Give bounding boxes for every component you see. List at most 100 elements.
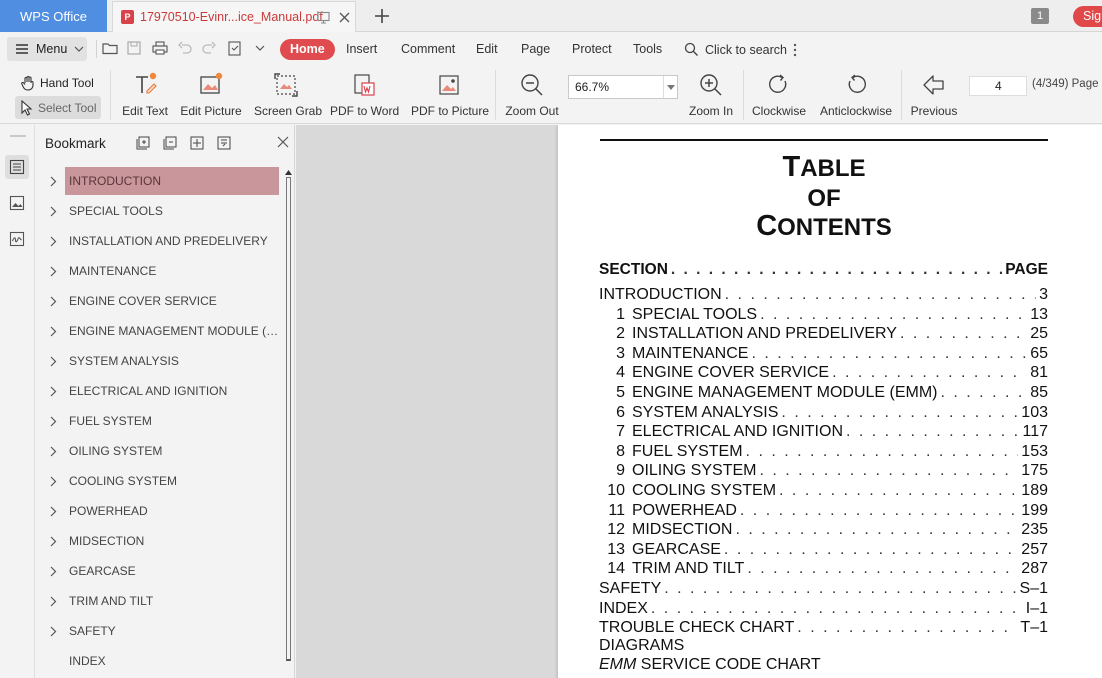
scroll-up-arrow-icon[interactable] [285, 170, 292, 175]
previous-page-button[interactable]: Previous [908, 70, 960, 118]
select-tool-button[interactable]: Select Tool [15, 96, 102, 119]
chevron-right-icon[interactable] [50, 236, 57, 247]
toc-entry[interactable]: 4 ENGINE COVER SERVICE 81 [599, 364, 1048, 383]
bookmark-item-powerhead[interactable]: POWERHEAD [36, 497, 282, 525]
toc-entry[interactable]: 12 MIDSECTION 235 [599, 521, 1048, 540]
chevron-right-icon[interactable] [50, 266, 57, 277]
toc-emm-chart[interactable]: EMM SERVICE CODE CHART [599, 656, 1048, 675]
collapse-all-icon[interactable] [163, 136, 177, 150]
toc-entry[interactable]: 6 SYSTEM ANALYSIS 103 [599, 404, 1048, 423]
more-options-icon[interactable] [793, 43, 797, 57]
bookmark-item-index[interactable]: INDEX [36, 647, 282, 675]
chevron-right-icon[interactable] [50, 206, 57, 217]
tab-home[interactable]: Home [280, 39, 335, 60]
zoom-out-button[interactable]: Zoom Out [503, 70, 561, 118]
toc-entry[interactable]: 8 FUEL SYSTEM 153 [599, 443, 1048, 462]
tab-page[interactable]: Page [521, 39, 550, 60]
thumbnail-panel-button[interactable] [5, 191, 29, 215]
bookmark-item-installation[interactable]: INSTALLATION AND PREDELIVERY [36, 227, 282, 255]
print-icon[interactable] [152, 41, 168, 55]
tab-comment[interactable]: Comment [401, 39, 455, 60]
chevron-right-icon[interactable] [50, 626, 57, 637]
toc-entry[interactable]: SAFETY S–1 [599, 580, 1048, 599]
more-dropdown-icon[interactable] [255, 45, 265, 52]
toc-entry[interactable]: 11 POWERHEAD 199 [599, 502, 1048, 521]
chevron-right-icon[interactable] [50, 416, 57, 427]
bookmark-scrollbar[interactable] [282, 167, 293, 677]
toc-entry[interactable]: 5 ENGINE MANAGEMENT MODULE (EMM) 85 [599, 384, 1048, 403]
chevron-right-icon[interactable] [50, 296, 57, 307]
main-menu-button[interactable]: Menu [7, 37, 87, 61]
chevron-right-icon[interactable] [50, 536, 57, 547]
bookmark-item-midsection[interactable]: MIDSECTION [36, 527, 282, 555]
redo-icon[interactable] [202, 41, 216, 55]
bookmark-item-fuel-system[interactable]: FUEL SYSTEM [36, 407, 282, 435]
page-number-input[interactable]: 4 [969, 76, 1027, 96]
expand-all-icon[interactable] [136, 136, 150, 150]
toc-entry[interactable]: 14 TRIM AND TILT 287 [599, 560, 1048, 579]
pdf-to-picture-button[interactable]: PDF to Picture [411, 70, 489, 118]
window-count-badge[interactable]: 1 [1031, 8, 1049, 24]
scrollbar-thumb[interactable] [286, 177, 291, 661]
toc-entry[interactable]: 13 GEARCASE 257 [599, 541, 1048, 560]
document-viewer[interactable]: TABLE OF CONTENTS SECTION PAGE INTRODUCT… [296, 125, 1102, 678]
screen-grab-button[interactable]: Screen Grab [254, 70, 322, 118]
chevron-right-icon[interactable] [50, 326, 57, 337]
bookmark-item-safety[interactable]: SAFETY [36, 617, 282, 645]
close-tab-icon[interactable] [338, 11, 351, 24]
chevron-right-icon[interactable] [50, 176, 57, 187]
chevron-right-icon[interactable] [50, 356, 57, 367]
open-folder-icon[interactable] [102, 41, 118, 55]
pdf-to-word-button[interactable]: PDF to Word [330, 70, 399, 118]
bookmark-item-cooling-system[interactable]: COOLING SYSTEM [36, 467, 282, 495]
search-box[interactable]: Click to search [684, 39, 797, 60]
close-panel-icon[interactable] [277, 136, 289, 148]
chevron-right-icon[interactable] [50, 596, 57, 607]
rotate-clockwise-button[interactable]: Clockwise [750, 70, 808, 118]
bookmark-item-oiling-system[interactable]: OILING SYSTEM [36, 437, 282, 465]
zoom-level-select[interactable]: 66.7% [568, 75, 678, 99]
bookmark-item-special-tools[interactable]: SPECIAL TOOLS [36, 197, 282, 225]
bookmark-item-introduction[interactable]: INTRODUCTION [36, 167, 282, 195]
save-icon[interactable] [127, 41, 141, 55]
bookmark-item-electrical[interactable]: ELECTRICAL AND IGNITION [36, 377, 282, 405]
tab-insert[interactable]: Insert [346, 39, 377, 60]
hand-tool-button[interactable]: Hand Tool [15, 71, 99, 94]
chevron-right-icon[interactable] [50, 506, 57, 517]
toc-entry[interactable]: 1 SPECIAL TOOLS 13 [599, 306, 1048, 325]
chevron-right-icon[interactable] [50, 476, 57, 487]
edit-text-button[interactable]: Edit Text [120, 70, 170, 118]
toc-entry[interactable]: 7 ELECTRICAL AND IGNITION 117 [599, 423, 1048, 442]
tab-monitor-icon[interactable] [317, 11, 330, 24]
chevron-right-icon[interactable] [50, 566, 57, 577]
toc-entry[interactable]: 3 MAINTENANCE 65 [599, 345, 1048, 364]
bookmark-item-engine-cover[interactable]: ENGINE COVER SERVICE [36, 287, 282, 315]
toc-diagrams[interactable]: DIAGRAMS [599, 637, 1048, 656]
bookmark-item-trim-and-tilt[interactable]: TRIM AND TILT [36, 587, 282, 615]
edit-picture-button[interactable]: Edit Picture [180, 70, 242, 118]
toc-entry[interactable]: 2 INSTALLATION AND PREDELIVERY 25 [599, 325, 1048, 344]
bookmark-item-emm[interactable]: ENGINE MANAGEMENT MODULE (EM... [36, 317, 282, 345]
bookmark-settings-icon[interactable] [217, 136, 231, 150]
sign-in-button[interactable]: Sign [1073, 6, 1102, 27]
bookmark-panel-button[interactable] [5, 155, 29, 179]
tab-protect[interactable]: Protect [572, 39, 612, 60]
document-tab[interactable]: P 17970510-Evinr...ice_Manual.pdf [112, 1, 356, 32]
chevron-down-icon[interactable] [663, 76, 677, 98]
chevron-right-icon[interactable] [50, 446, 57, 457]
tab-edit[interactable]: Edit [476, 39, 498, 60]
toc-entry[interactable]: INTRODUCTION 3 [599, 286, 1048, 305]
bookmark-item-maintenance[interactable]: MAINTENANCE [36, 257, 282, 285]
toc-entry[interactable]: 9 OILING SYSTEM 175 [599, 462, 1048, 481]
zoom-in-button[interactable]: Zoom In [686, 70, 736, 118]
toc-entry[interactable]: TROUBLE CHECK CHART T–1 [599, 619, 1048, 638]
bookmark-item-system-analysis[interactable]: SYSTEM ANALYSIS [36, 347, 282, 375]
new-tab-plus-icon[interactable] [372, 6, 392, 26]
chevron-right-icon[interactable] [50, 386, 57, 397]
app-tab-wps-office[interactable]: WPS Office [0, 0, 107, 32]
toc-entry[interactable]: 10 COOLING SYSTEM 189 [599, 482, 1048, 501]
add-bookmark-icon[interactable] [190, 136, 204, 150]
undo-icon[interactable] [178, 41, 192, 55]
bookmark-item-gearcase[interactable]: GEARCASE [36, 557, 282, 585]
convert-icon[interactable] [227, 41, 243, 56]
